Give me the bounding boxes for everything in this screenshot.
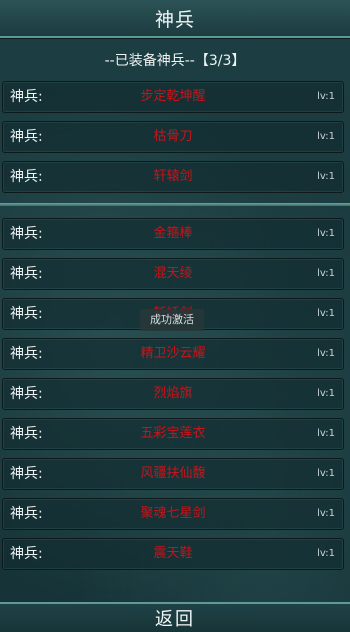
item-level: lv:1 [317,171,335,182]
item-label: 神兵: [10,546,43,562]
item-name: 烈焰旗 [153,386,193,401]
inventory-item-row[interactable]: 神兵: 震天鞋 lv:1 [2,538,344,570]
item-label: 神兵: [10,129,43,145]
equipped-item-row[interactable]: 神兵: 枯骨刀 lv:1 [2,121,344,153]
item-name: 混天绫 [153,266,193,281]
item-label: 神兵: [10,306,43,322]
inventory-item-row[interactable]: 神兵: 混天绫 lv:1 [2,258,344,290]
item-level: lv:1 [317,388,335,399]
page-title: 神兵 [154,8,195,31]
item-name: 金箍棒 [153,226,193,241]
item-level: lv:1 [317,428,335,439]
item-name: 步定乾坤醒 [140,89,206,104]
item-label: 神兵: [10,169,43,185]
inventory-item-row[interactable]: 神兵: 精卫沙云耀 lv:1 [2,338,344,370]
item-label: 神兵: [10,89,43,105]
item-name: 风疆扶仙馥 [140,466,206,481]
title-bar: 神兵 [0,0,350,38]
item-name: 五彩宝莲衣 [140,426,206,441]
item-level: lv:1 [317,308,335,319]
item-label: 神兵: [10,266,43,282]
equipped-item-row[interactable]: 神兵: 步定乾坤醒 lv:1 [2,81,344,113]
inventory-item-row[interactable]: 神兵: 烈焰旗 lv:1 [2,378,344,410]
inventory-item-row[interactable]: 神兵: 五彩宝莲衣 lv:1 [2,418,344,450]
item-name: 枯骨刀 [153,129,193,144]
item-level: lv:1 [317,91,335,102]
item-label: 神兵: [10,346,43,362]
equipped-section-header: --已装备神兵--【3/3】 [104,53,246,69]
item-label: 神兵: [10,386,43,402]
inventory-item-row[interactable]: 神兵: 金箍棒 lv:1 [2,218,344,250]
back-button[interactable]: 返回 [0,602,350,632]
item-level: lv:1 [317,508,335,519]
activation-toast: 成功激活 [140,309,204,331]
back-button-label: 返回 [155,609,195,630]
section-divider [0,203,350,206]
item-level: lv:1 [317,348,335,359]
item-label: 神兵: [10,226,43,242]
item-level: lv:1 [317,268,335,279]
item-level: lv:1 [317,131,335,142]
item-level: lv:1 [317,468,335,479]
item-name: 轩辕剑 [153,169,193,184]
item-name: 精卫沙云耀 [140,346,206,361]
item-name: 震天鞋 [153,546,193,561]
item-name: 聚魂七星剑 [140,506,206,521]
item-level: lv:1 [317,228,335,239]
item-level: lv:1 [317,548,335,559]
item-label: 神兵: [10,466,43,482]
equipped-item-row[interactable]: 神兵: 轩辕剑 lv:1 [2,161,344,193]
item-label: 神兵: [10,506,43,522]
inventory-item-row[interactable]: 神兵: 聚魂七星剑 lv:1 [2,498,344,530]
inventory-item-row[interactable]: 神兵: 风疆扶仙馥 lv:1 [2,458,344,490]
item-label: 神兵: [10,426,43,442]
